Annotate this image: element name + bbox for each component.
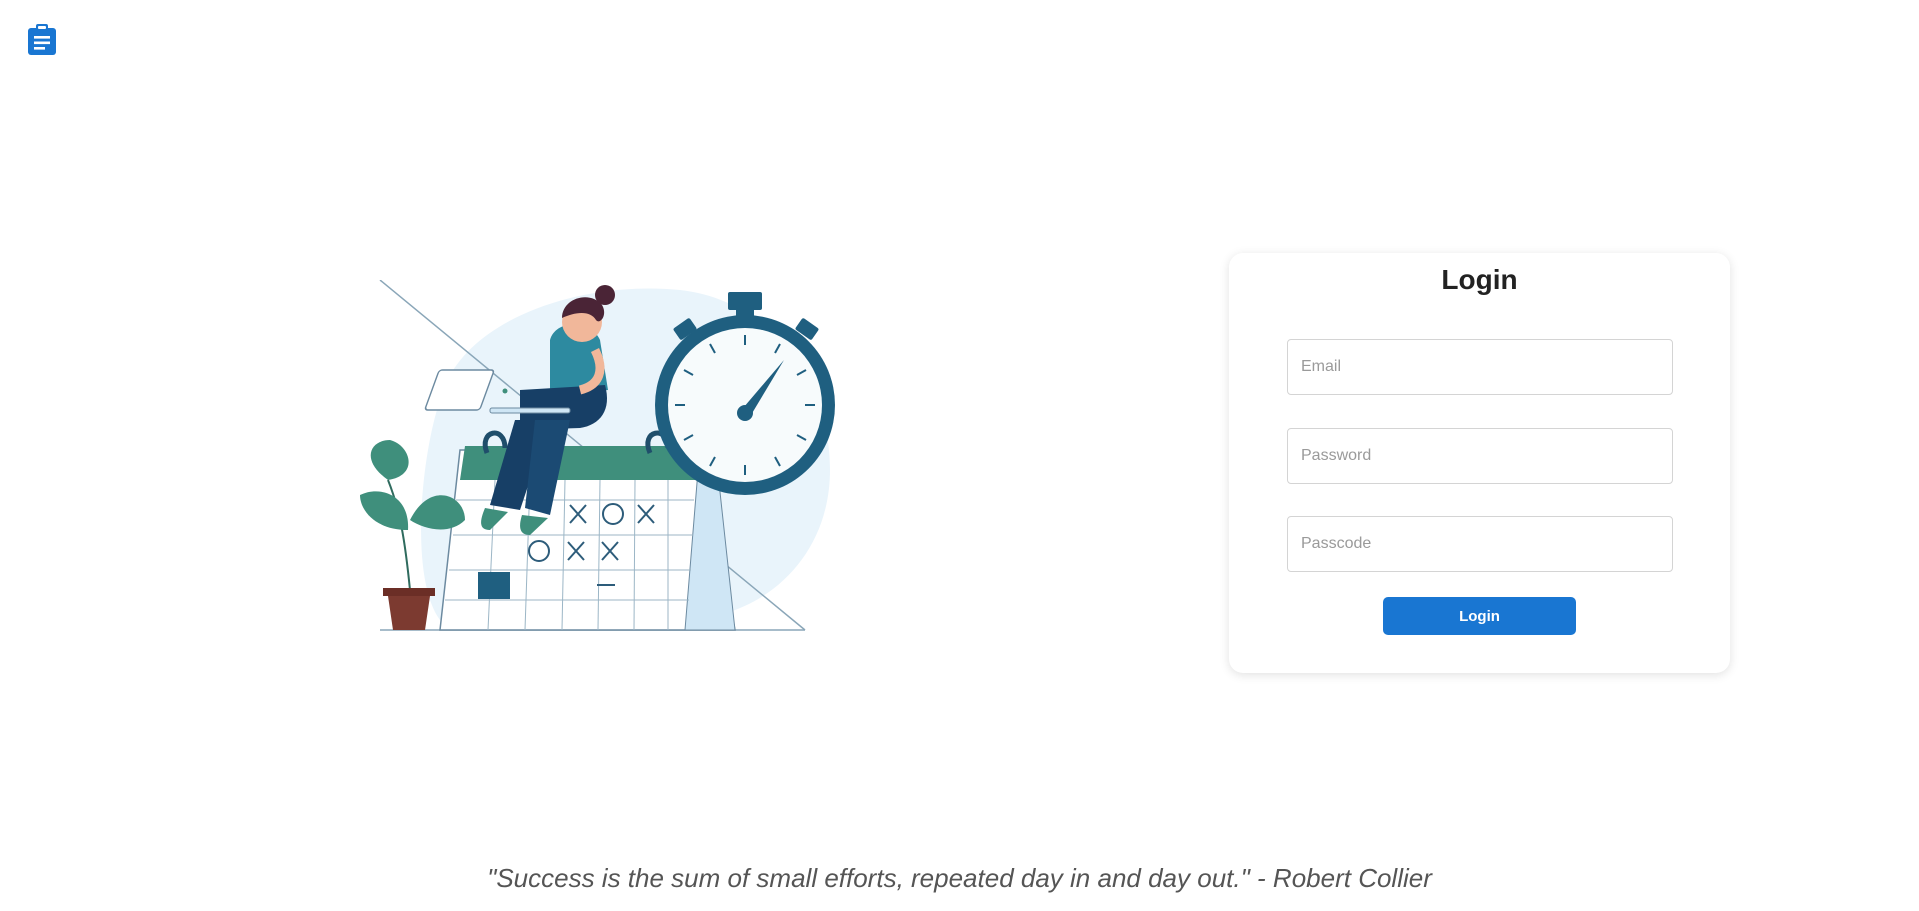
login-button[interactable]: Login <box>1383 597 1576 635</box>
password-input[interactable] <box>1287 428 1673 484</box>
clipboard-icon[interactable] <box>27 24 57 56</box>
productivity-illustration <box>360 280 835 631</box>
motivational-quote: "Success is the sum of small efforts, re… <box>487 863 1432 893</box>
login-title: Login <box>1441 264 1518 295</box>
email-input[interactable] <box>1287 339 1673 395</box>
passcode-input[interactable] <box>1287 516 1673 572</box>
login-card: Login Login <box>1229 253 1730 673</box>
